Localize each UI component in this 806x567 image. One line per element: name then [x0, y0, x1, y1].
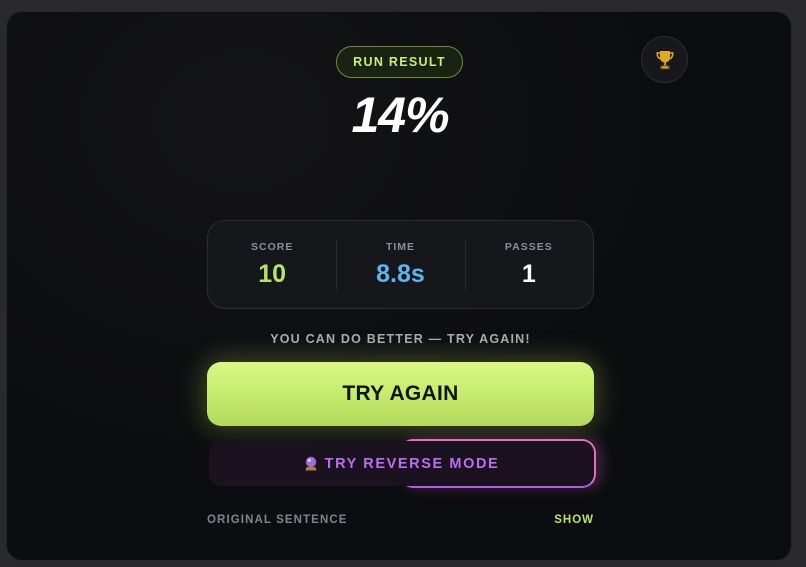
stat-passes: PASSES 1: [464, 221, 593, 308]
stat-label: PASSES: [504, 240, 553, 253]
crystal-ball-icon: [305, 456, 317, 471]
stat-label: SCORE: [250, 240, 294, 253]
result-card: RUN RESULT 14% SCORE 10 TIME 8.8s PASSES…: [6, 11, 792, 561]
stat-value: 10: [258, 259, 287, 288]
show-original-link[interactable]: SHOW: [547, 514, 594, 526]
reverse-mode-container: TRY REVERSE MODE: [209, 439, 596, 488]
stat-value: 8.8s: [376, 259, 425, 288]
leaderboard-button[interactable]: [641, 36, 688, 83]
trophy-icon: [655, 50, 674, 69]
stat-label: TIME: [385, 240, 416, 253]
stat-time: TIME 8.8s: [336, 221, 464, 308]
run-result-badge: RUN RESULT: [336, 46, 463, 78]
try-again-button[interactable]: TRY AGAIN: [207, 362, 594, 426]
encouragement-message: YOU CAN DO BETTER — TRY AGAIN!: [270, 332, 531, 346]
try-reverse-mode-button[interactable]: TRY REVERSE MODE: [209, 441, 594, 486]
result-percentage: 14%: [351, 87, 449, 143]
reverse-mode-label: TRY REVERSE MODE: [324, 455, 500, 472]
stat-value: 1: [521, 259, 536, 288]
stat-score: SCORE 10: [208, 221, 336, 308]
original-sentence-label: ORIGINAL SENTENCE: [207, 514, 348, 526]
stats-panel: SCORE 10 TIME 8.8s PASSES 1: [207, 220, 594, 309]
